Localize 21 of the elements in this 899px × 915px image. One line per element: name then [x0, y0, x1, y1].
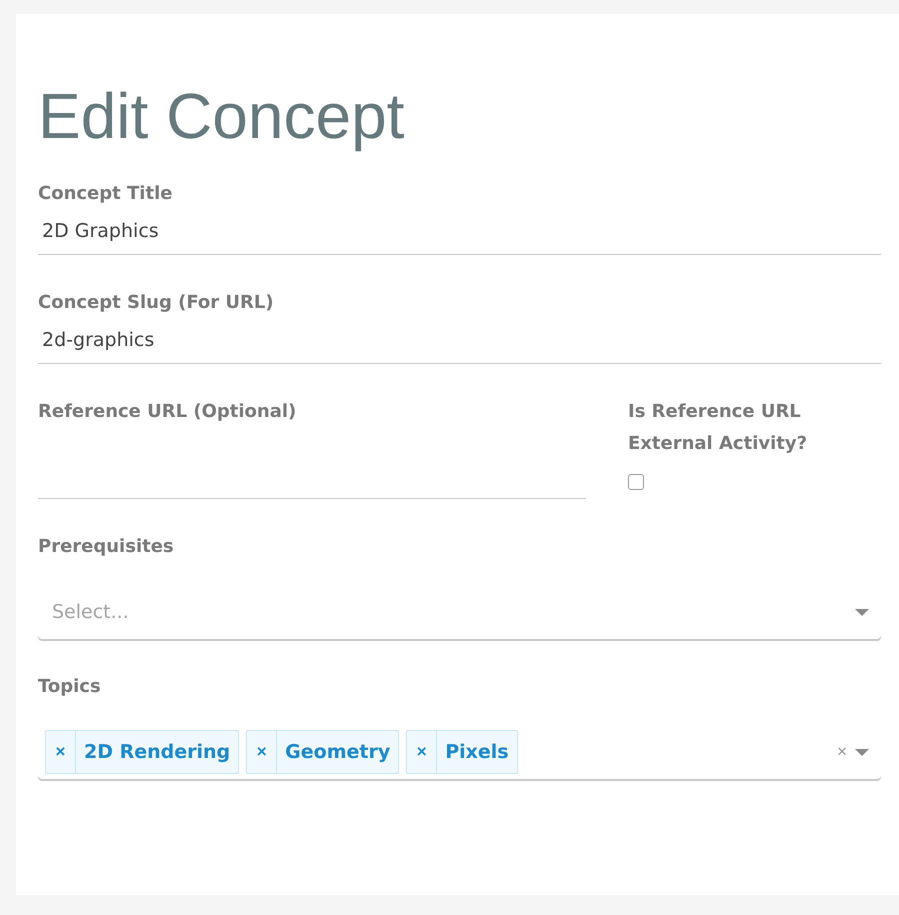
remove-button[interactable]: × — [407, 731, 438, 773]
field-label: Prerequisites — [38, 535, 175, 559]
field-label: Reference URL (Optional) — [38, 400, 298, 424]
remove-button[interactable]: × — [46, 731, 76, 773]
caret-icon[interactable] — [855, 609, 869, 616]
text-field[interactable]: 2D Graphics — [38, 210, 881, 255]
page-title: Edit Concept — [38, 80, 406, 152]
checkbox[interactable] — [628, 474, 644, 490]
field-label: Concept Title — [38, 182, 174, 206]
caret-icon[interactable] — [855, 748, 869, 756]
remove-button[interactable]: × — [247, 731, 278, 773]
tag-label: Geometry — [284, 740, 392, 765]
text-field[interactable]: 2d-graphics — [38, 319, 881, 364]
field-label: Topics — [38, 675, 102, 699]
tag-label: Pixels — [444, 740, 510, 765]
tag-label: 2D Rendering — [83, 740, 232, 765]
clear-button[interactable]: × — [837, 742, 847, 762]
select-field[interactable]: Select... — [38, 585, 881, 639]
field-label: Concept Slug (For URL) — [38, 291, 275, 315]
field-label: Is Reference URL External Activity? — [628, 400, 808, 456]
select-field[interactable]: × 2D Rendering × Geometry × Pixels × — [38, 725, 881, 779]
